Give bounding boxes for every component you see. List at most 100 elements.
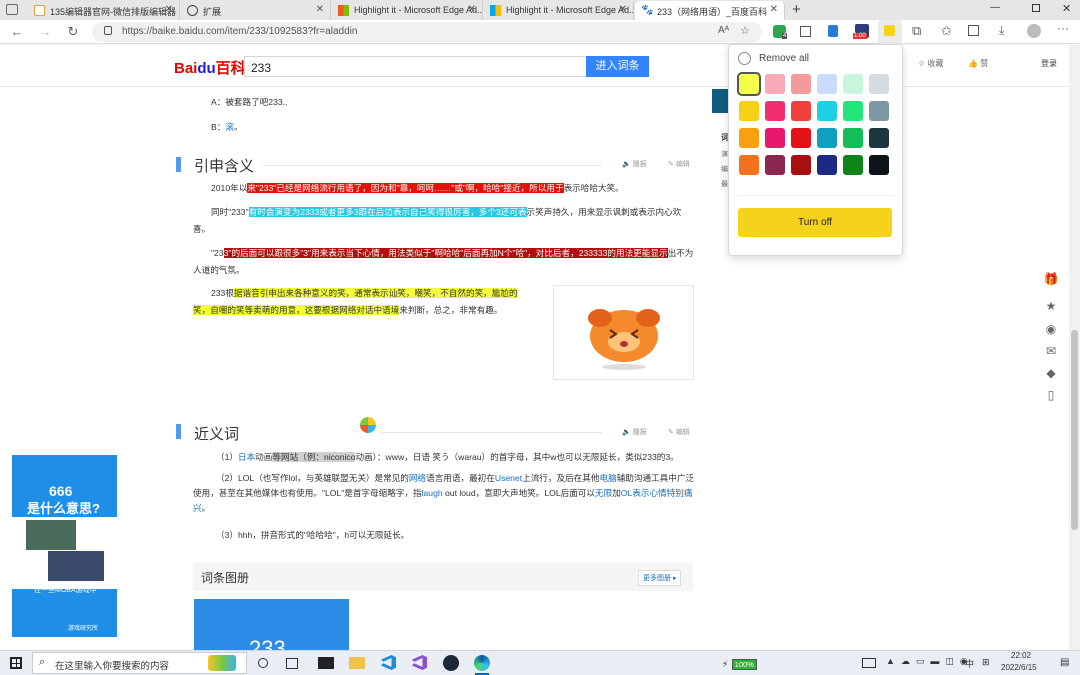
steam-icon[interactable] [443,655,459,671]
back-arrow-icon[interactable]: ← [8,23,26,41]
highlight-gray[interactable]: 等网站（例：niconico [272,452,356,462]
close-window-button[interactable]: ✕ [1062,2,1071,15]
color-swatch[interactable] [737,72,761,96]
color-swatch[interactable] [791,155,811,175]
qq-icon[interactable]: ◆ [1043,365,1059,381]
clock-date[interactable]: 2022/6/15 [1001,663,1037,672]
read-aloud-button[interactable]: 🔈 播报 [622,427,647,437]
tab-actions-icon[interactable] [6,4,18,15]
color-swatch[interactable] [843,128,863,148]
link-japan[interactable]: 日本 [238,452,255,462]
new-tab-button[interactable]: + [792,1,801,18]
notification-icon[interactable]: ▤ [1060,657,1069,668]
edge-icon[interactable] [474,655,490,671]
highlight-red[interactable]: 来"233"已经是网络流行用语了，因为和"靠，呵呵……"或"啊，哈哈"接近，所以… [247,183,564,193]
extensions-puzzle-icon[interactable]: ⧉ [912,23,921,39]
color-swatch[interactable] [739,155,759,175]
link-network[interactable]: 网络 [409,473,426,483]
extension-translate-icon[interactable] [828,25,838,37]
enter-entry-button[interactable]: 进入词条 [586,56,649,77]
highlight-it-extension-icon[interactable] [878,20,902,44]
profile-avatar[interactable] [1027,24,1041,38]
link-infinite[interactable]: 无限 [595,488,612,498]
color-swatch[interactable] [869,74,889,94]
battery-indicator[interactable]: ⚡ 100% [722,656,757,670]
search-input[interactable]: 233 [244,56,587,77]
color-swatch[interactable] [817,128,837,148]
collections-icon[interactable] [968,25,979,36]
color-swatch[interactable] [739,128,759,148]
clock-time[interactable]: 22:02 [1011,651,1031,660]
file-explorer-icon[interactable] [349,657,365,669]
color-swatch[interactable] [765,101,785,121]
keyboard-icon[interactable] [862,658,876,668]
scrollbar-thumb[interactable] [1071,330,1078,530]
widgets-icon[interactable] [286,658,298,669]
close-icon[interactable]: ✕ [316,4,324,15]
extension-grid-icon[interactable] [800,26,811,37]
color-swatch[interactable] [869,128,889,148]
close-icon[interactable]: ✕ [770,4,778,15]
refresh-icon[interactable]: ↻ [64,23,82,41]
address-bar[interactable]: https://baike.baidu.com/item/233/1092583… [92,22,762,42]
color-swatch[interactable] [739,101,759,121]
visual-studio-icon[interactable] [412,655,427,670]
album-cover-image[interactable]: 233 [194,599,349,650]
game-ad-banner[interactable]: 666 是什么意思? 在一些MOBA游戏中 游戏研究所 [12,455,117,637]
color-swatch[interactable] [817,74,837,94]
mobile-icon[interactable]: ▯ [1043,387,1059,403]
windows-start-icon[interactable] [10,657,22,669]
more-albums-button[interactable]: 更多图册 ▸ [638,570,682,586]
task-view-icon[interactable] [258,658,268,668]
right-thumb[interactable] [712,89,728,113]
close-icon[interactable]: ✕ [619,4,627,15]
close-icon[interactable]: ✕ [468,4,476,15]
color-swatch[interactable] [791,101,811,121]
edit-button[interactable]: ✎ 编辑 [668,427,690,437]
color-swatch[interactable] [791,74,811,94]
color-swatch[interactable] [817,155,837,175]
turn-off-button[interactable]: Turn off [738,208,892,237]
wechat-icon[interactable]: ✉ [1043,343,1059,359]
taskbar-search-box[interactable]: ⌕ 在这里输入你要搜索的内容 [32,652,247,674]
tab-extensions[interactable]: 扩展 ✕ [181,1,331,20]
color-swatch[interactable] [843,101,863,121]
baidu-baike-logo[interactable]: Baidu百科 [174,57,246,78]
color-swatch[interactable] [765,128,785,148]
highlight-cyan[interactable]: 有时会演变为2333或者更多3跟在后边表示自己笑得很厉害，多个3还可表 [248,207,527,217]
answer-b-link[interactable]: 滚 [225,122,234,132]
color-swatch[interactable] [791,128,811,148]
download-icon[interactable]: ⤓ [999,23,1004,38]
star-icon[interactable]: ★ [1043,298,1059,314]
tab-highlight-it-1[interactable]: Highlight it - Microsoft Edge Ad... ✕ [332,1,483,20]
color-swatch[interactable] [843,155,863,175]
tab-baike-233[interactable]: 🐾 233（网络用语）_百度百科 ✕ [635,1,785,20]
color-swatch[interactable] [843,74,863,94]
edit-button[interactable]: ✎ 编辑 [668,159,690,169]
weibo-icon[interactable]: ◉ [1043,321,1059,337]
favorite-add-icon[interactable]: ☆ [740,24,750,37]
tab-135editor[interactable]: 135编辑器官网-微信排版编辑器 ✕ [28,1,180,20]
gift-icon[interactable]: 🎁 [1043,271,1059,287]
color-swatch[interactable] [765,155,785,175]
forward-arrow-icon[interactable]: → [36,23,54,41]
close-icon[interactable]: ✕ [165,4,173,15]
tab-highlight-it-2[interactable]: Highlight it - Microsoft Edge Ad... ✕ [484,1,634,20]
highlight-dark-red[interactable]: 3"的后面可以跟很多"3"用来表示当下心情，用法类似于"啊哈哈"后面再加N个"哈… [223,248,668,258]
color-swatch[interactable] [817,101,837,121]
collect-button[interactable]: ☆ 收藏 [918,58,943,69]
lock-icon[interactable] [104,26,112,35]
link-usenet[interactable]: Usenet [495,473,522,483]
article-image-dog-sticker[interactable] [553,285,694,380]
ime-indicator[interactable]: 中 [965,657,974,670]
floating-bowl-icon[interactable] [360,417,376,433]
page-scrollbar[interactable] [1069,45,1080,650]
color-swatch[interactable] [765,74,785,94]
color-swatch[interactable] [869,155,889,175]
restore-button[interactable] [1032,4,1040,12]
terminal-icon[interactable] [318,657,334,669]
read-aloud-icon[interactable]: Aᴬ [718,25,729,36]
link-laugh[interactable]: laugh [422,488,443,498]
like-button[interactable]: 👍 赞 [968,58,988,69]
read-aloud-button[interactable]: 🔈 播报 [622,159,647,169]
